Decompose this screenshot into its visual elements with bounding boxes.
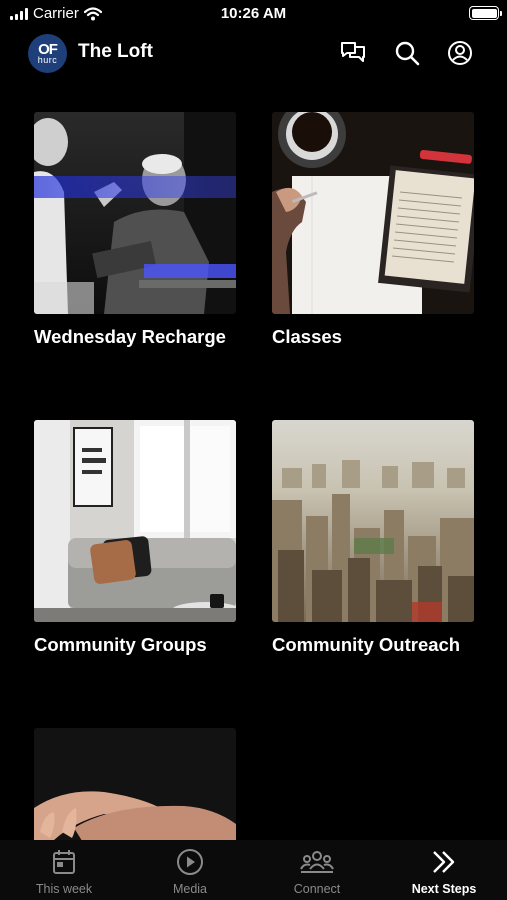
tab-next-steps[interactable]: Next Steps <box>394 840 494 900</box>
card-community-outreach[interactable]: Community Outreach <box>272 420 474 656</box>
profile-icon[interactable] <box>446 39 474 67</box>
tab-label: This week <box>35 882 93 896</box>
tab-connect[interactable]: Connect <box>267 840 367 900</box>
tab-label: Next Steps <box>411 882 477 896</box>
page-title: The Loft <box>78 41 153 62</box>
tab-bar: This week Media Connect Next Steps <box>0 840 507 900</box>
card-image-bible <box>272 112 474 314</box>
card-image-city <box>272 420 474 622</box>
card-wednesday-recharge[interactable]: Wednesday Recharge <box>34 112 236 348</box>
clock: 10:26 AM <box>220 5 287 22</box>
app-header: OF hurc The Loft <box>0 32 507 74</box>
calendar-icon <box>52 848 76 876</box>
tab-this-week[interactable]: This week <box>14 840 114 900</box>
group-icon <box>300 848 334 876</box>
tab-label: Connect <box>293 882 341 896</box>
play-icon <box>176 848 204 876</box>
tab-media[interactable]: Media <box>140 840 240 900</box>
search-icon[interactable] <box>393 39 421 67</box>
tab-label: Media <box>172 882 208 896</box>
card-title: Community Outreach <box>272 634 461 655</box>
double-chevron-right-icon <box>431 848 457 876</box>
card-community-groups[interactable]: Community Groups <box>34 420 236 656</box>
card-image-speaker <box>34 112 236 314</box>
card-title: Wednesday Recharge <box>34 326 226 347</box>
card-title: Classes <box>272 326 342 347</box>
logo-text-bottom: hurc <box>37 54 58 65</box>
card-image-couch <box>34 420 236 622</box>
battery-icon <box>469 6 502 20</box>
logo-text-top: OF <box>38 40 58 58</box>
status-bar: Carrier 10:26 AM <box>0 0 507 30</box>
church-logo[interactable]: OF hurc <box>28 34 67 73</box>
card-title: Community Groups <box>34 634 207 655</box>
chat-icon[interactable] <box>339 39 367 67</box>
card-classes[interactable]: Classes <box>272 112 474 348</box>
